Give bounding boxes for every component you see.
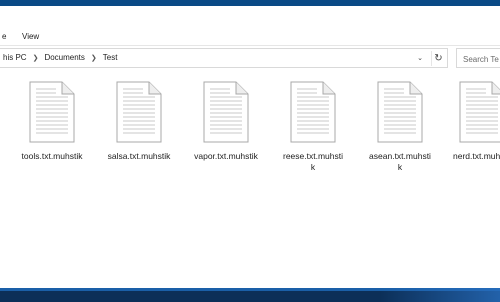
file-name: salsa.txt.muhstik [107, 151, 171, 161]
refresh-icon[interactable]: ↻ [431, 51, 445, 66]
chevron-down-icon[interactable]: ⌄ [413, 52, 427, 65]
file-name: reese.txt.muhstik [283, 151, 343, 172]
address-row: his PC ❯ Documents ❯ Test ⌄ ↻ [0, 48, 500, 69]
text-document-icon [376, 81, 424, 143]
ribbon: e View [0, 6, 500, 46]
file-list: tools.txt.muhstik salsa.txt.muhstik vapo… [0, 69, 500, 288]
taskbar [0, 288, 500, 302]
text-document-icon [458, 81, 500, 143]
search-input[interactable] [457, 50, 500, 69]
file-name: tools.txt.muhstik [21, 151, 83, 161]
text-document-icon [289, 81, 337, 143]
breadcrumb-this-pc[interactable]: his PC [3, 53, 27, 62]
breadcrumb-documents[interactable]: Documents [44, 53, 84, 62]
file-name: vapor.txt.muhstik [194, 151, 258, 161]
file-name: nerd.txt.muhstik [453, 151, 500, 161]
file-item[interactable]: asean.txt.muhstik [360, 81, 440, 173]
file-item[interactable]: vapor.txt.muhstik [186, 81, 266, 162]
file-name: asean.txt.muhstik [369, 151, 431, 172]
file-item[interactable]: nerd.txt.muhstik [438, 81, 500, 162]
taskbar-glow [380, 288, 500, 302]
chevron-right-icon[interactable]: ❯ [91, 54, 97, 62]
address-bar[interactable]: his PC ❯ Documents ❯ Test ⌄ ↻ [0, 48, 448, 68]
tab-home[interactable]: e [2, 32, 6, 41]
breadcrumb: his PC ❯ Documents ❯ Test [3, 53, 117, 62]
file-item[interactable]: salsa.txt.muhstik [99, 81, 179, 162]
search-box[interactable] [456, 48, 500, 69]
text-document-icon [115, 81, 163, 143]
file-item[interactable]: reese.txt.muhstik [273, 81, 353, 173]
breadcrumb-test[interactable]: Test [103, 53, 118, 62]
text-document-icon [202, 81, 250, 143]
file-item[interactable]: tools.txt.muhstik [12, 81, 92, 162]
chevron-right-icon[interactable]: ❯ [33, 54, 39, 62]
text-document-icon [28, 81, 76, 143]
tab-view[interactable]: View [22, 32, 39, 41]
